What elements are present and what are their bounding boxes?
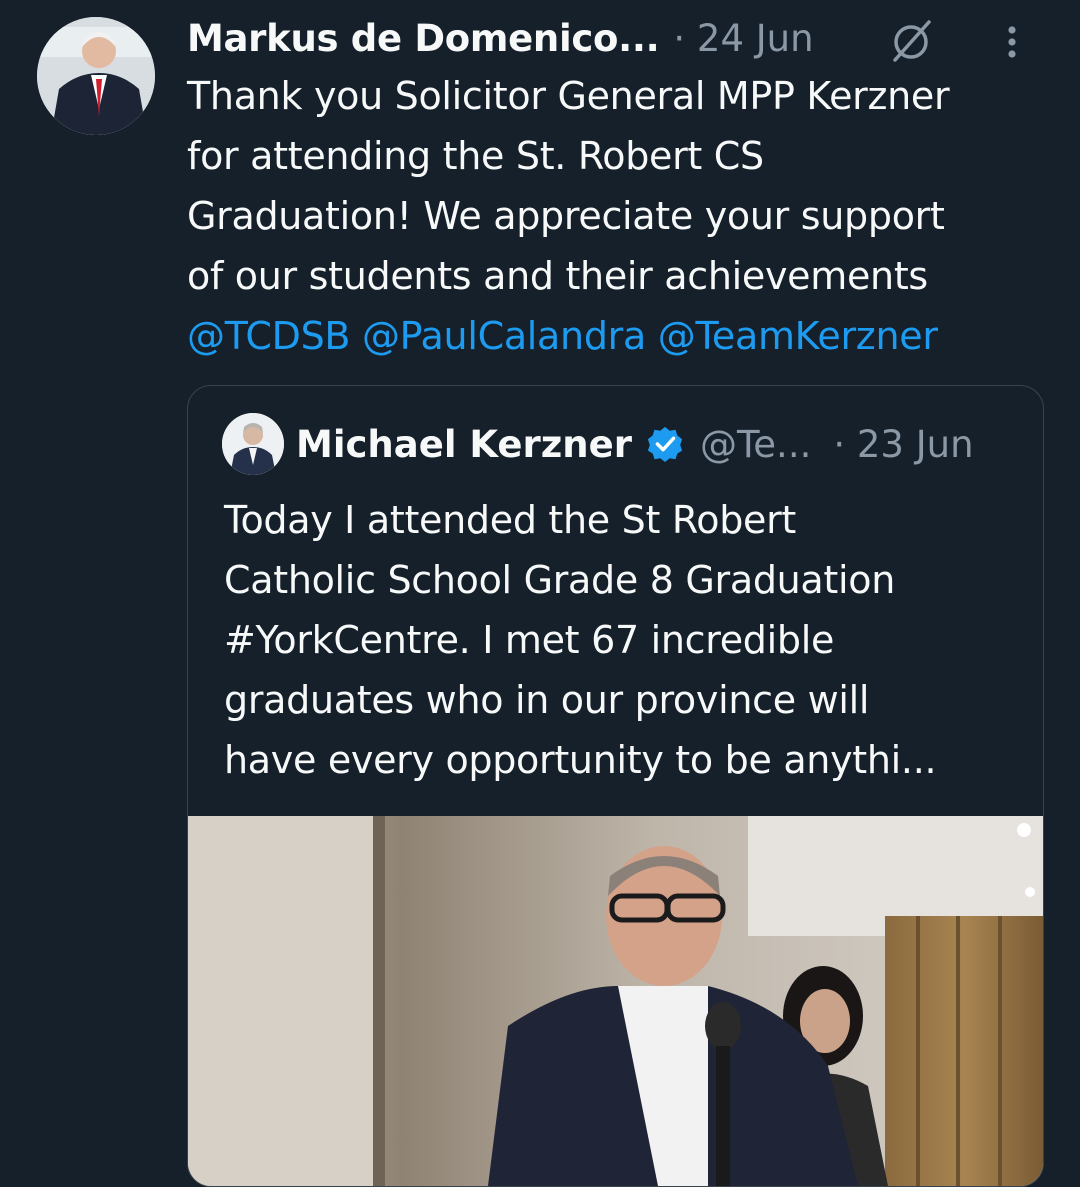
- quoted-tweet-card[interactable]: Michael Kerzner @Te... · 23 Jun Today I …: [187, 385, 1044, 1187]
- more-options-icon[interactable]: [999, 22, 1025, 62]
- quoted-text-line: graduates who in our province will: [224, 678, 870, 722]
- tweet-text: Thank you Solicitor General MPP Kerzner …: [187, 66, 1057, 366]
- quoted-author-handle[interactable]: @Te...: [700, 423, 811, 466]
- quoted-text-line: #YorkCentre. I met 67 incredible: [224, 618, 835, 662]
- quoted-tweet-media[interactable]: [188, 816, 1043, 1186]
- quoted-text-line: have every opportunity to be anythi...: [224, 738, 937, 782]
- quoted-tweet-header: Michael Kerzner @Te... · 23 Jun: [222, 413, 1023, 475]
- quoted-tweet-text: Today I attended the St Robert Catholic …: [224, 490, 1014, 790]
- tweet-timestamp[interactable]: · 24 Jun: [673, 17, 813, 60]
- media-photo: [188, 816, 1043, 1186]
- verified-badge-icon: [647, 426, 683, 463]
- tweet-text-line: Thank you Solicitor General MPP Kerzner: [187, 74, 950, 118]
- tweet-text-line: Graduation! We appreciate your support: [187, 194, 945, 238]
- tweet-text-line: of our students and their achievements: [187, 254, 928, 298]
- quoted-author-name[interactable]: Michael Kerzner: [296, 423, 632, 466]
- tweet-header: Markus de Domenico... · 24 Jun: [187, 12, 1060, 64]
- quoted-author-avatar[interactable]: [222, 413, 284, 475]
- quoted-text-line: Catholic School Grade 8 Graduation: [224, 558, 895, 602]
- quoted-text-line: Today I attended the St Robert: [224, 498, 797, 542]
- tweet-mentions[interactable]: @TCDSB @PaulCalandra @TeamKerzner: [187, 306, 1057, 366]
- tweet-text-line: for attending the St. Robert CS: [187, 134, 764, 178]
- quoted-tweet-timestamp[interactable]: · 23 Jun: [833, 423, 973, 466]
- author-name[interactable]: Markus de Domenico...: [187, 17, 660, 60]
- author-avatar[interactable]: [37, 17, 155, 135]
- mute-icon[interactable]: [887, 16, 935, 64]
